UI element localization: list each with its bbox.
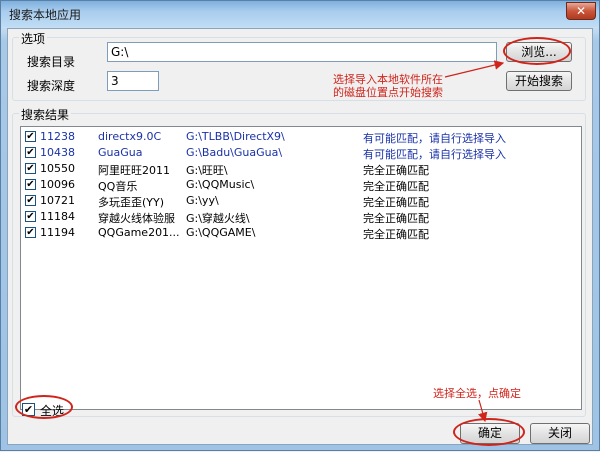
app-id: 10438 xyxy=(40,146,75,159)
app-id: 10096 xyxy=(40,178,75,191)
app-path: G:\旺旺\ xyxy=(186,164,228,177)
results-caption: 搜索结果 xyxy=(19,106,72,123)
start-search-button[interactable]: 开始搜索 xyxy=(506,71,572,91)
browse-highlight-ellipse xyxy=(503,37,571,65)
app-path: G:\穿越火线\ xyxy=(186,212,250,225)
app-name: 阿里旺旺2011 xyxy=(98,164,170,177)
options-caption: 选项 xyxy=(19,30,48,47)
row-checkbox[interactable]: ✔ xyxy=(25,131,36,142)
list-item[interactable]: ✔ 11184 穿越火线体验服 G:\穿越火线\ 完全正确匹配 xyxy=(25,209,575,225)
app-id: 10721 xyxy=(40,194,75,207)
match-status: 完全正确匹配 xyxy=(363,196,429,209)
search-dir-label: 搜索目录 xyxy=(27,55,76,69)
app-id: 11238 xyxy=(40,130,75,143)
match-status: 完全正确匹配 xyxy=(363,164,429,177)
app-name: QQ音乐 xyxy=(98,180,138,193)
browse-hint-line1: 选择导入本地软件所在 xyxy=(333,73,443,86)
list-item[interactable]: ✔ 10096 QQ音乐 G:\QQMusic\ 完全正确匹配 xyxy=(25,177,575,193)
select-all-highlight-ellipse xyxy=(15,395,73,419)
app-path: G:\TLBB\DirectX9\ xyxy=(186,130,285,143)
list-item[interactable]: ✔ 10550 阿里旺旺2011 G:\旺旺\ 完全正确匹配 xyxy=(25,161,575,177)
row-checkbox[interactable]: ✔ xyxy=(25,163,36,174)
match-status: 完全正确匹配 xyxy=(363,228,429,241)
match-status: 有可能匹配，请自行选择导入 xyxy=(363,148,506,161)
app-name: QQGame201... xyxy=(98,226,180,239)
browse-hint-line2: 的磁盘位置点开始搜索 xyxy=(333,86,443,99)
app-path: G:\QQMusic\ xyxy=(186,178,255,191)
match-status: 有可能匹配，请自行选择导入 xyxy=(363,132,506,145)
window-title: 搜索本地应用 xyxy=(9,8,82,22)
row-checkbox[interactable]: ✔ xyxy=(25,227,36,238)
list-item[interactable]: ✔ 11194 QQGame201... G:\QQGAME\ 完全正确匹配 xyxy=(25,225,575,241)
row-checkbox[interactable]: ✔ xyxy=(25,147,36,158)
close-window-button[interactable]: ✕ xyxy=(566,2,596,20)
list-item[interactable]: ✔ 11238 directx9.0C G:\TLBB\DirectX9\ 有可… xyxy=(25,129,575,145)
title-bar[interactable]: 搜索本地应用 ✕ xyxy=(1,1,599,27)
app-name: 多玩歪歪(YY) xyxy=(98,196,165,209)
search-depth-input[interactable]: 3 xyxy=(107,71,159,91)
app-name: directx9.0C xyxy=(98,130,162,143)
search-dir-input[interactable]: G:\ xyxy=(107,42,497,62)
app-name: 穿越火线体验服 xyxy=(98,212,175,225)
match-status: 完全正确匹配 xyxy=(363,180,429,193)
app-id: 11194 xyxy=(40,226,75,239)
match-status: 完全正确匹配 xyxy=(363,212,429,225)
options-group: 选项 搜索目录 G:\ 搜索深度 3 浏览... 开始搜索 xyxy=(12,30,586,101)
list-item[interactable]: ✔ 10721 多玩歪歪(YY) G:\yy\ 完全正确匹配 xyxy=(25,193,575,209)
search-depth-label: 搜索深度 xyxy=(27,79,76,93)
results-list[interactable]: ✔ 11238 directx9.0C G:\TLBB\DirectX9\ 有可… xyxy=(20,126,582,410)
app-name: GuaGua xyxy=(98,146,143,159)
row-checkbox[interactable]: ✔ xyxy=(25,179,36,190)
ok-highlight-ellipse xyxy=(453,418,525,446)
app-path: G:\QQGAME\ xyxy=(186,226,256,239)
app-id: 11184 xyxy=(40,210,75,223)
dialog-body: 选项 搜索目录 G:\ 搜索深度 3 浏览... 开始搜索 搜索结果 ✔ 112… xyxy=(7,28,593,445)
row-checkbox[interactable]: ✔ xyxy=(25,195,36,206)
app-path: G:\yy\ xyxy=(186,194,219,207)
list-item[interactable]: ✔ 10438 GuaGua G:\Badu\GuaGua\ 有可能匹配，请自行… xyxy=(25,145,575,161)
results-group: 搜索结果 ✔ 11238 directx9.0C G:\TLBB\DirectX… xyxy=(12,106,586,417)
dialog-window: 搜索本地应用 ✕ 选项 搜索目录 G:\ 搜索深度 3 浏览... 开始搜索 搜… xyxy=(0,0,600,451)
row-checkbox[interactable]: ✔ xyxy=(25,211,36,222)
app-id: 10550 xyxy=(40,162,75,175)
app-path: G:\Badu\GuaGua\ xyxy=(186,146,283,159)
select-hint-text: 选择全选，点确定 xyxy=(433,387,521,400)
browse-hint-text: 选择导入本地软件所在 的磁盘位置点开始搜索 xyxy=(333,73,443,99)
close-button[interactable]: 关闭 xyxy=(530,423,590,444)
